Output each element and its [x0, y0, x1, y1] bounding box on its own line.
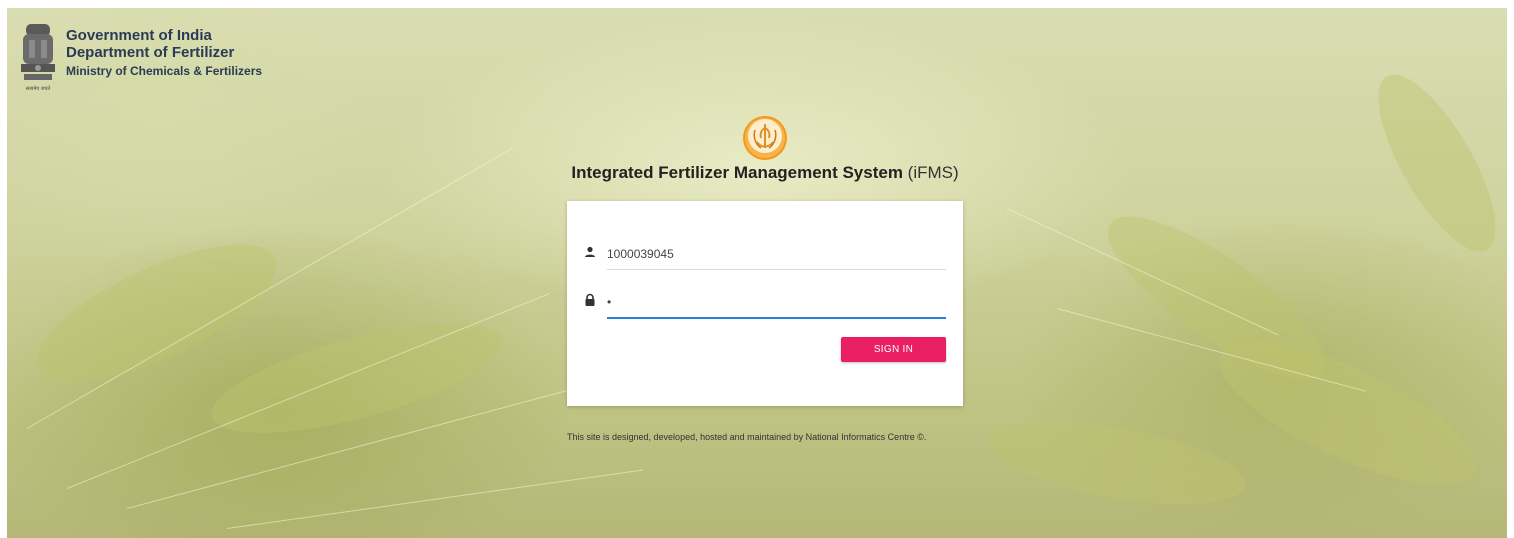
footer-credit: This site is designed, developed, hosted… — [567, 432, 927, 442]
org-name-department: Department of Fertilizer — [66, 44, 235, 61]
wheat-logo-icon — [743, 116, 787, 160]
sign-in-button[interactable]: SIGN IN — [841, 337, 946, 362]
org-name-ministry: Ministry of Chemicals & Fertilizers — [66, 64, 263, 78]
app-title-main: Integrated Fertilizer Management System — [571, 163, 903, 182]
org-text: Government of India Department of Fertil… — [66, 20, 262, 79]
password-field — [583, 287, 946, 319]
app-title: Integrated Fertilizer Management System … — [0, 163, 1514, 183]
user-icon — [585, 246, 595, 257]
password-input[interactable] — [607, 287, 946, 319]
username-field — [583, 239, 946, 270]
org-name-government: Government of India — [66, 27, 212, 44]
login-card: SIGN IN — [567, 201, 963, 406]
emblem-motto: सत्यमेव जयते — [26, 85, 51, 92]
national-emblem-icon: सत्यमेव जयते — [21, 24, 55, 92]
app-title-abbr: (iFMS) — [907, 163, 959, 182]
username-input[interactable] — [607, 239, 946, 270]
lock-icon — [585, 293, 595, 306]
org-header: सत्यमेव जयते Government of India Departm… — [18, 20, 262, 94]
